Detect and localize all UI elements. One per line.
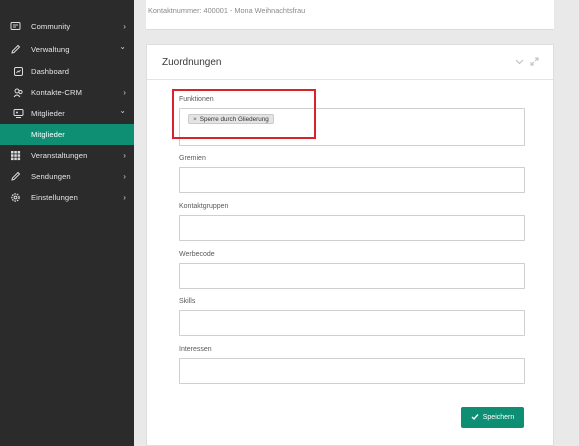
members-icon	[13, 108, 24, 119]
gremien-field[interactable]	[179, 167, 525, 193]
chevron-down-icon: ⌄	[119, 42, 126, 51]
chevron-right-icon: ›	[123, 88, 126, 97]
chevron-right-icon: ›	[123, 193, 126, 202]
werbecode-label: Werbecode	[179, 251, 215, 258]
interessen-field[interactable]	[179, 358, 525, 384]
sidebar-item-label: Veranstaltungen	[31, 151, 88, 160]
sidebar-item-kontakte-crm[interactable]: Kontakte-CRM ›	[0, 82, 134, 103]
dashboard-icon	[13, 66, 24, 77]
sidebar-item-veranstaltungen[interactable]: Veranstaltungen ›	[0, 145, 134, 166]
kontaktgruppen-label: Kontaktgruppen	[179, 203, 229, 210]
sidebar-item-mitglieder-sub[interactable]: Mitglieder	[0, 124, 134, 145]
pencil-icon	[10, 171, 21, 182]
save-button[interactable]: Speichern	[461, 407, 524, 428]
sidebar-item-label: Mitglieder	[31, 109, 65, 118]
sidebar-item-dashboard[interactable]: Dashboard	[0, 61, 134, 82]
chevron-right-icon: ›	[123, 172, 126, 181]
panel-header: Zuordnungen	[147, 45, 553, 80]
sidebar-item-label: Community	[31, 22, 71, 31]
chevron-right-icon: ›	[123, 151, 126, 160]
pencil-icon	[10, 44, 21, 55]
sidebar-item-label: Sendungen	[31, 172, 71, 181]
interessen-label: Interessen	[179, 346, 212, 353]
grid-icon	[10, 150, 21, 161]
kontaktgruppen-field[interactable]	[179, 215, 525, 241]
sidebar-item-verwaltung[interactable]: Verwaltung ⌄	[0, 39, 134, 60]
sidebar-item-label: Kontakte-CRM	[31, 88, 82, 97]
sidebar-item-label: Verwaltung	[31, 45, 70, 54]
gremien-label: Gremien	[179, 155, 206, 162]
contact-number-text: Kontaktnummer: 400001 - Mona Weihnachtsf…	[148, 6, 306, 15]
sidebar-item-label: Mitglieder	[31, 130, 65, 139]
sidebar-item-label: Einstellungen	[31, 193, 78, 202]
panel-tools	[515, 57, 539, 68]
sidebar-item-mitglieder[interactable]: Mitglieder ⌄	[0, 103, 134, 124]
expand-icon[interactable]	[530, 57, 539, 68]
contact-header-card: Kontaktnummer: 400001 - Mona Weihnachtsf…	[146, 0, 554, 30]
sidebar-item-einstellungen[interactable]: Einstellungen ›	[0, 187, 134, 208]
skills-label: Skills	[179, 298, 196, 305]
sidebar: Community › Verwaltung ⌄ Dashboard Konta…	[0, 0, 134, 446]
community-icon	[10, 21, 21, 32]
sidebar-item-community[interactable]: Community ›	[0, 16, 134, 37]
save-button-label: Speichern	[482, 414, 515, 421]
contacts-icon	[13, 87, 24, 98]
highlight-box	[172, 89, 316, 139]
chevron-right-icon: ›	[123, 22, 126, 31]
sidebar-item-sendungen[interactable]: Sendungen ›	[0, 166, 134, 187]
sidebar-item-label: Dashboard	[31, 67, 70, 76]
gear-icon	[10, 192, 21, 203]
skills-field[interactable]	[179, 310, 525, 336]
chevron-down-icon: ⌄	[119, 106, 126, 115]
panel-title: Zuordnungen	[162, 57, 222, 68]
collapse-icon[interactable]	[515, 57, 524, 68]
werbecode-field[interactable]	[179, 263, 525, 289]
check-icon	[471, 413, 479, 423]
